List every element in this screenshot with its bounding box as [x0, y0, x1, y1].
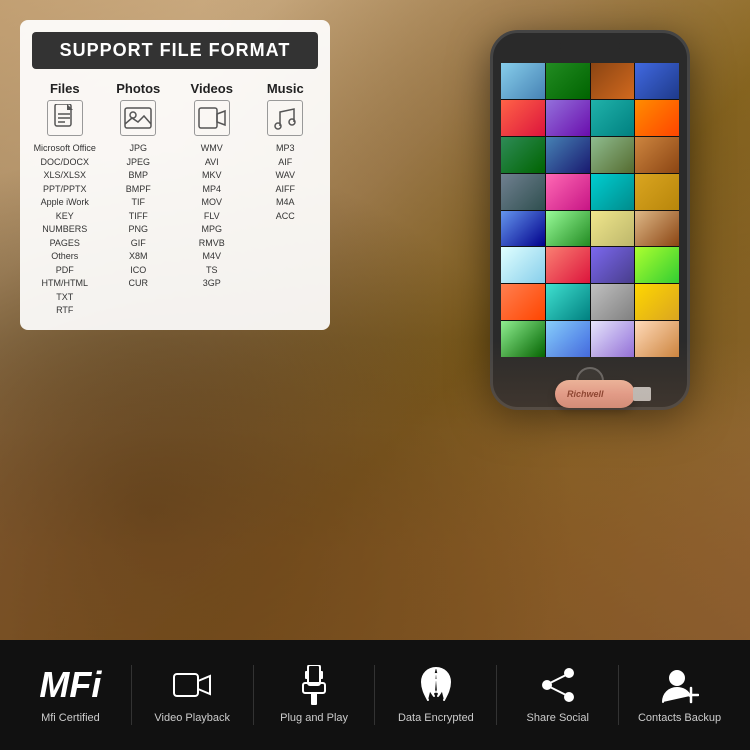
mfi-text: MFi [39, 667, 101, 703]
phone-thumbnail [635, 63, 679, 99]
files-items: Microsoft OfficeDOC/DOCXXLS/XLSXPPT/PPTX… [32, 142, 98, 318]
phone-thumbnail [591, 211, 635, 247]
format-title: SUPPORT FILE FORMAT [32, 32, 318, 69]
phone-thumbnail [591, 174, 635, 210]
feature-mfi: MFi Mfi Certified [10, 665, 131, 725]
phone-thumbnail [591, 100, 635, 136]
feature-video: Video Playback [132, 665, 253, 725]
videos-items: WMVAVIMKVMP4MOVFLVMPGRMVBM4VTS3GP [179, 142, 245, 291]
photos-col: Photos JPGJPEGBMPBMPFTIFTIFFPNGGIFX8MICO… [106, 81, 172, 318]
phone-thumbnail [546, 247, 590, 283]
videos-icon [194, 100, 230, 136]
phone-thumbnail [635, 174, 679, 210]
photos-items: JPGJPEGBMPBMPFTIFTIFFPNGGIFX8MICOCUR [106, 142, 172, 291]
contacts-label: Contacts Backup [638, 711, 721, 725]
phone-thumbnail [546, 137, 590, 173]
mfi-label: Mfi Certified [41, 711, 100, 725]
bottom-bar: MFi Mfi Certified Video Playback Plug an… [0, 640, 750, 750]
mfi-icon: MFi [39, 665, 101, 705]
files-title: Files [32, 81, 98, 96]
phone-thumbnail [635, 284, 679, 320]
phone-thumbnail [501, 137, 545, 173]
share-icon [539, 665, 577, 705]
phone-thumbnail [635, 137, 679, 173]
person-add-icon [661, 665, 699, 705]
phone-thumbnail [546, 174, 590, 210]
social-label: Share Social [527, 711, 589, 725]
usb-plug-icon [300, 665, 328, 705]
hand-area [0, 340, 750, 640]
video-label: Video Playback [154, 711, 230, 725]
phone-thumbnail [501, 211, 545, 247]
phone-thumbnail [501, 284, 545, 320]
phone-thumbnail [546, 284, 590, 320]
fingerprint-icon [418, 665, 454, 705]
phone-thumbnail [501, 100, 545, 136]
format-columns: Files Microsoft OfficeDOC/DOCXXLS/XLSXPP… [32, 81, 318, 318]
phone-thumbnail [546, 63, 590, 99]
phone-thumbnail [501, 174, 545, 210]
phone-thumbnail [591, 63, 635, 99]
phone-thumbnail [591, 247, 635, 283]
feature-contacts: Contacts Backup [619, 665, 740, 725]
phone-thumbnail [591, 137, 635, 173]
phone-notch [560, 41, 620, 51]
photos-title: Photos [106, 81, 172, 96]
photos-icon [120, 100, 156, 136]
phone-thumbnail [635, 100, 679, 136]
feature-encrypted: Data Encrypted [375, 665, 496, 725]
plug-label: Plug and Play [280, 711, 348, 725]
phone-thumbnail [546, 100, 590, 136]
phone-thumbnail [501, 63, 545, 99]
camera-icon [173, 665, 211, 705]
files-col: Files Microsoft OfficeDOC/DOCXXLS/XLSXPP… [32, 81, 98, 318]
feature-plug: Plug and Play [254, 665, 375, 725]
encrypted-label: Data Encrypted [398, 711, 474, 725]
phone-thumbnail [591, 284, 635, 320]
music-title: Music [253, 81, 319, 96]
main-area: SUPPORT FILE FORMAT Files Microsoft Offi… [0, 0, 750, 640]
files-icon [47, 100, 83, 136]
format-box: SUPPORT FILE FORMAT Files Microsoft Offi… [20, 20, 330, 330]
videos-col: Videos WMVAVIMKVMP4MOVFLVMPGRMVBM4VTS3GP [179, 81, 245, 318]
phone-thumbnail [635, 247, 679, 283]
phone-screen [501, 63, 679, 357]
music-items: MP3AIFWAVAIFFM4AACC [253, 142, 319, 223]
feature-social: Share Social [497, 665, 618, 725]
phone-thumbnail [635, 211, 679, 247]
phone-thumbnail [546, 211, 590, 247]
music-icon [267, 100, 303, 136]
music-col: Music MP3AIFWAVAIFFM4AACC [253, 81, 319, 318]
videos-title: Videos [179, 81, 245, 96]
phone-thumbnail [501, 247, 545, 283]
